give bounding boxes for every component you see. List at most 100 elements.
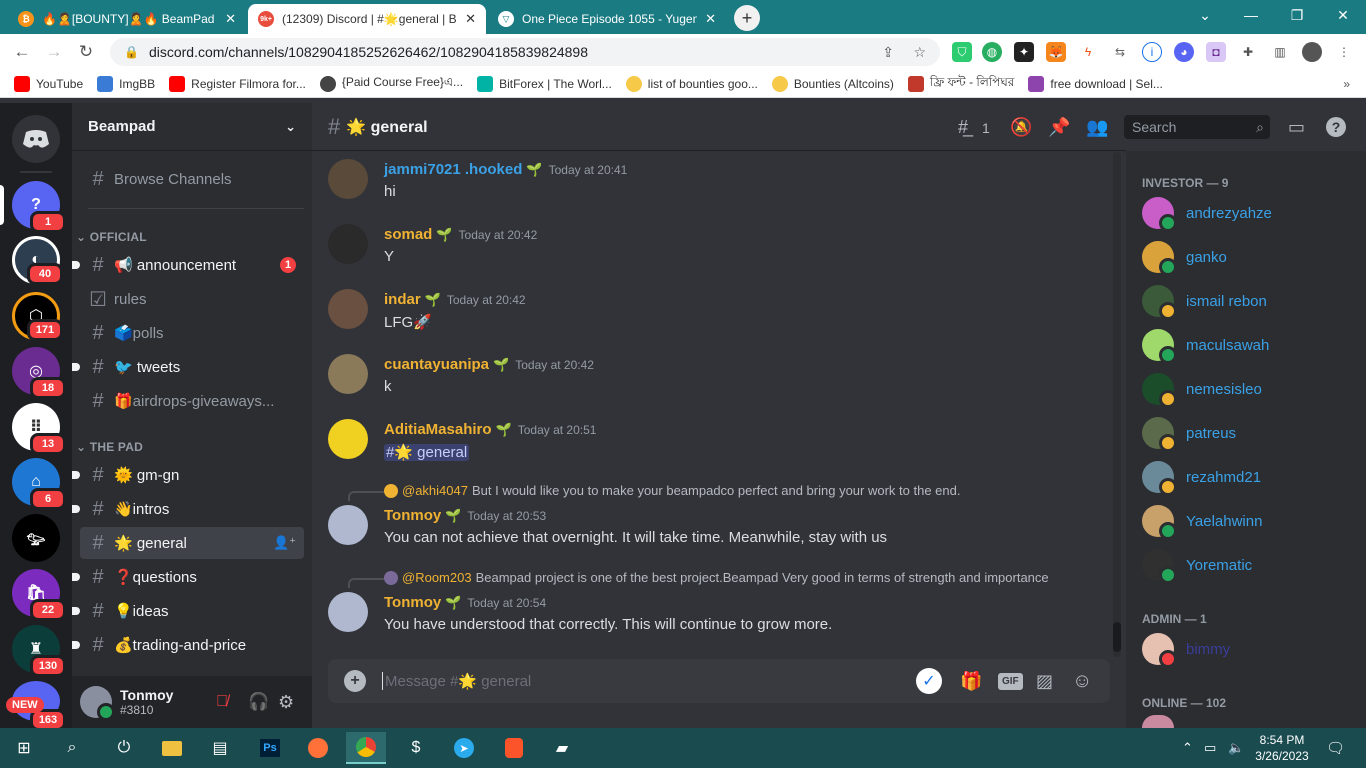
member-list-icon[interactable]: 👥 <box>1086 117 1108 138</box>
message-input[interactable]: Message #🌟 general <box>382 672 531 690</box>
brave-icon[interactable] <box>494 732 534 764</box>
nitro-boost-icon[interactable]: ✓ <box>916 668 942 694</box>
channel-general[interactable]: # 🌟 general 👤⁺ <box>80 527 304 559</box>
browse-channels[interactable]: # Browse Channels <box>80 163 304 195</box>
bookmark-bounties-list[interactable]: list of bounties goo... <box>625 75 758 92</box>
firefox-icon[interactable] <box>298 732 338 764</box>
avatar[interactable] <box>328 289 368 329</box>
ghost-extension-icon[interactable]: ◘ <box>1206 42 1226 62</box>
message-author[interactable]: cuantayuanipa 🌱 Today at 20:42 <box>384 356 594 373</box>
channel-gm-gn[interactable]: # 🌞 gm-gn <box>72 459 304 491</box>
sidepanel-icon[interactable]: ▥ <box>1270 42 1290 62</box>
volume-icon[interactable]: 🔈 <box>1228 740 1244 756</box>
close-tab-icon[interactable]: ✕ <box>225 11 236 27</box>
bookmark-star-icon[interactable]: ☆ <box>913 44 926 61</box>
sticker-icon[interactable]: ▨ <box>1036 671 1053 692</box>
reply-preview[interactable]: @akhi4047 But I would like you to make yo… <box>384 483 1064 498</box>
server-icon-3[interactable]: ⬡ 171 <box>12 292 63 341</box>
app-icon[interactable]: ▤ <box>200 732 240 764</box>
share-icon[interactable]: ⇪ <box>882 44 894 61</box>
channel-intros[interactable]: # 👋intros <box>72 493 304 525</box>
tab-search-icon[interactable]: ⌄ <box>1182 0 1228 30</box>
back-button[interactable]: ← <box>6 36 38 68</box>
reply-preview[interactable]: @Room203 Beampad project is one of the be… <box>384 570 1064 585</box>
tab-yugen[interactable]: ▽ One Piece Episode 1055 - Yugen ✕ <box>488 4 726 34</box>
server-icon-8[interactable]: 🛍 22 <box>12 569 66 621</box>
bookmark-youtube[interactable]: YouTube <box>14 75 83 92</box>
emoji-icon[interactable]: ☺ <box>1072 670 1092 693</box>
tray-chevron-up-icon[interactable]: ⌃ <box>1182 740 1193 756</box>
translate-extension-icon[interactable]: ⇆ <box>1110 42 1130 62</box>
channel-rules[interactable]: ☑ rules <box>80 283 304 315</box>
close-window-button[interactable]: ✕ <box>1320 0 1366 30</box>
bookmark-font[interactable]: ফ্রি ফন্ট - লিপিঘর <box>907 74 1014 94</box>
bookmark-filmora[interactable]: Register Filmora for... <box>169 75 306 92</box>
member-item[interactable]: bimmy <box>1142 629 1352 669</box>
avatar[interactable] <box>80 686 115 721</box>
lightning-extension-icon[interactable]: ϟ <box>1078 42 1098 62</box>
member-item[interactable]: patreus <box>1142 413 1352 453</box>
gift-icon[interactable]: 🎁 <box>960 671 982 692</box>
gif-icon[interactable]: GIF <box>998 672 1023 690</box>
network-icon[interactable]: ▭ <box>1204 740 1216 756</box>
message-author[interactable]: Tonmoy 🌱 Today at 20:54 <box>384 594 546 611</box>
gear-icon[interactable]: ⚙ <box>278 692 294 713</box>
threads-icon[interactable]: #̲ <box>958 117 968 138</box>
profile-avatar[interactable] <box>1302 42 1322 62</box>
add-member-icon[interactable]: 👤⁺ <box>273 535 296 551</box>
bookmark-paid-course[interactable]: {Paid Course Free}এ... <box>319 74 463 94</box>
avatar[interactable] <box>328 354 368 394</box>
member-item[interactable]: Yaelahwinn <box>1142 501 1352 541</box>
channel-announcement[interactable]: # 📢 announcement 1 <box>72 249 304 281</box>
channel-tweets[interactable]: # 🐦 tweets <box>72 351 304 383</box>
bookmark-bitforex[interactable]: BitForex | The Worl... <box>477 75 612 92</box>
reload-button[interactable]: ↻ <box>70 36 102 68</box>
globe-extension-icon[interactable]: ◍ <box>982 42 1002 62</box>
server-header[interactable]: Beampad ⌄ <box>72 103 312 151</box>
server-icon-beampad[interactable]: ? 1 <box>12 181 66 233</box>
notification-mute-icon[interactable]: 🔕 <box>1010 117 1032 138</box>
bookmark-imgbb[interactable]: ImgBB <box>97 75 155 92</box>
power-app-icon[interactable]: ⏻ <box>104 732 144 764</box>
app-s-icon[interactable]: $ <box>396 732 436 764</box>
bookmark-free-download[interactable]: free download | Sel... <box>1028 75 1163 92</box>
pin-icon[interactable]: 📌 <box>1048 117 1070 138</box>
telegram-icon[interactable]: ➤ <box>444 732 484 764</box>
info-extension-icon[interactable]: i <box>1142 42 1162 62</box>
app-note-icon[interactable]: ▰ <box>542 732 582 764</box>
message-author[interactable]: jammi7021 .hooked 🌱 Today at 20:41 <box>384 161 627 178</box>
server-icon-7[interactable]: 𓅰 <box>12 514 60 562</box>
photoshop-icon[interactable]: Ps <box>250 732 290 764</box>
category-official[interactable]: ⌄ OFFICIAL <box>76 230 147 244</box>
message-author[interactable]: indar 🌱 Today at 20:42 <box>384 291 526 308</box>
notification-icon[interactable]: 🗨 <box>1326 739 1345 757</box>
forward-button[interactable]: → <box>38 36 70 68</box>
chat-scrollbar[interactable] <box>1113 152 1121 657</box>
close-tab-icon[interactable]: ✕ <box>705 11 716 27</box>
bookmarks-overflow-icon[interactable]: » <box>1343 77 1350 91</box>
file-explorer-icon[interactable] <box>152 732 192 764</box>
add-attachment-icon[interactable]: + <box>344 670 366 692</box>
search-input[interactable]: Search ⌕ <box>1124 115 1270 139</box>
message-author[interactable]: Tonmoy 🌱 Today at 20:53 <box>384 507 546 524</box>
member-item[interactable]: nemesisleo <box>1142 369 1352 409</box>
member-item[interactable]: Yorematic <box>1142 545 1352 585</box>
member-item[interactable]: ismail rebon <box>1142 281 1352 321</box>
message-author[interactable]: AditiaMasahiro 🌱 Today at 20:51 <box>384 421 596 438</box>
discord-home-icon[interactable] <box>12 115 60 163</box>
help-icon[interactable]: ? <box>1326 117 1346 137</box>
minimize-button[interactable]: — <box>1228 0 1274 30</box>
channel-polls[interactable]: # 🗳️polls <box>80 317 304 349</box>
channel-trading-and-price[interactable]: # 💰trading-and-price <box>72 629 304 661</box>
channel-airdrops-giveaways[interactable]: # 🎁airdrops-giveaways... <box>80 385 304 417</box>
metamask-extension-icon[interactable]: 🦊 <box>1046 42 1066 62</box>
avatar[interactable] <box>1142 715 1174 728</box>
discord-extension-icon[interactable]: ◕ <box>1174 42 1194 62</box>
category-the-pad[interactable]: ⌄ THE PAD <box>76 440 143 454</box>
member-item[interactable]: maculsawah <box>1142 325 1352 365</box>
user-info[interactable]: Tonmoy #3810 <box>120 687 173 717</box>
avatar[interactable] <box>328 159 368 199</box>
puzzle-extensions-icon[interactable]: ✚ <box>1238 42 1258 62</box>
avatar[interactable] <box>328 592 368 632</box>
shield-extension-icon[interactable]: ⛉ <box>952 42 972 62</box>
